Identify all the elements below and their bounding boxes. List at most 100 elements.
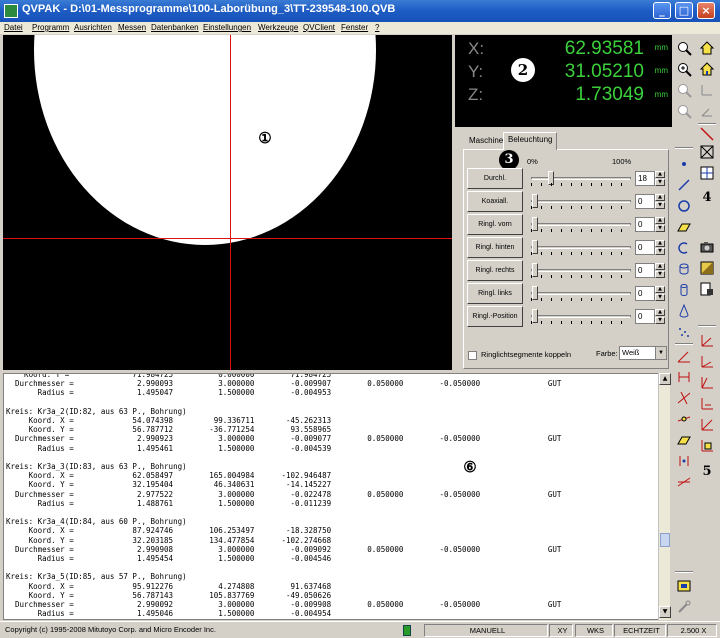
home-icon[interactable] bbox=[698, 39, 716, 57]
maximize-button[interactable]: □ bbox=[675, 2, 693, 19]
light-button-ring-hinten[interactable]: Ringl. hinten bbox=[467, 237, 523, 258]
circle-icon[interactable] bbox=[675, 197, 693, 215]
video-window[interactable]: ① bbox=[3, 35, 452, 370]
ring-segments-checkbox[interactable]: Ringlichtsegmente koppeln bbox=[468, 350, 571, 360]
zoom-plus-icon[interactable] bbox=[675, 60, 693, 78]
camera-icon[interactable] bbox=[698, 238, 716, 256]
light-slider-koaxial[interactable] bbox=[531, 194, 631, 208]
home2-icon[interactable] bbox=[698, 60, 716, 78]
zoom-reset-icon[interactable] bbox=[675, 102, 693, 120]
angle-icon[interactable] bbox=[675, 347, 693, 365]
spin-down-button[interactable]: ▼ bbox=[655, 271, 665, 278]
farbe-select[interactable]: Weiß ▼ bbox=[619, 346, 667, 360]
light-slider-durchlicht[interactable] bbox=[531, 171, 631, 185]
light-value-ring-vorn[interactable]: 0 bbox=[635, 217, 655, 232]
perpendicular-icon[interactable] bbox=[675, 473, 693, 491]
menu-messen[interactable]: Messen bbox=[118, 22, 146, 33]
arc-icon[interactable] bbox=[675, 239, 693, 257]
coord2-icon[interactable] bbox=[698, 352, 716, 370]
light-slider-ring-position[interactable] bbox=[531, 309, 631, 323]
spin-up-button[interactable]: ▲ bbox=[655, 240, 665, 247]
spin-down-button[interactable]: ▼ bbox=[655, 202, 665, 209]
menu-einstellungen[interactable]: Einstellungen bbox=[203, 22, 251, 33]
parallel-icon[interactable] bbox=[675, 452, 693, 470]
tab-maschine[interactable]: Maschine bbox=[465, 134, 507, 150]
point-cloud-icon[interactable] bbox=[675, 323, 693, 341]
menu-qvclient[interactable]: QVClient bbox=[303, 22, 335, 33]
tool-icon[interactable] bbox=[675, 598, 693, 616]
coord3-icon[interactable] bbox=[698, 373, 716, 391]
light-value-koaxial[interactable]: 0 bbox=[635, 194, 655, 209]
cylinder2-icon[interactable] bbox=[675, 281, 693, 299]
light-value-durchlicht[interactable]: 18 bbox=[635, 171, 655, 186]
light-slider-ring-hinten[interactable] bbox=[531, 240, 631, 254]
spin-down-button[interactable]: ▼ bbox=[655, 225, 665, 232]
plane-construct-icon[interactable] bbox=[675, 431, 693, 449]
light-button-koaxial[interactable]: Koaxiall. bbox=[467, 191, 523, 212]
coord4-icon[interactable] bbox=[698, 394, 716, 412]
light-value-ring-position[interactable]: 0 bbox=[635, 309, 655, 324]
results-scrollbar[interactable]: ▲ ▼ bbox=[658, 373, 671, 620]
spin-down-button[interactable]: ▼ bbox=[655, 294, 665, 301]
spin-up-button[interactable]: ▲ bbox=[655, 217, 665, 224]
minimize-button[interactable]: _ bbox=[653, 2, 671, 19]
spin-up-button[interactable]: ▲ bbox=[655, 286, 665, 293]
menu-werkzeuge[interactable]: Werkzeuge bbox=[258, 22, 298, 33]
close-button[interactable]: × bbox=[697, 2, 715, 19]
menu-ausrichten[interactable]: Ausrichten bbox=[74, 22, 112, 33]
spin-up-button[interactable]: ▲ bbox=[655, 194, 665, 201]
light-button-ring-links[interactable]: Ringl. links bbox=[467, 283, 523, 304]
intersect-icon[interactable] bbox=[675, 389, 693, 407]
light-value-ring-rechts[interactable]: 0 bbox=[635, 263, 655, 278]
light-button-ring-rechts[interactable]: Ringl. rechts bbox=[467, 260, 523, 281]
title-bar[interactable]: QVPAK - D:\01-Messprogramme\100-Laborübu… bbox=[0, 0, 720, 22]
distance-icon[interactable] bbox=[675, 368, 693, 386]
light-slider-ring-vorn[interactable] bbox=[531, 217, 631, 231]
line-construct-icon[interactable] bbox=[675, 410, 693, 428]
menu-programm[interactable]: Programm bbox=[32, 22, 69, 33]
coord6-icon[interactable] bbox=[698, 436, 716, 454]
spin-up-button[interactable]: ▲ bbox=[655, 263, 665, 270]
light-slider-ring-rechts[interactable] bbox=[531, 263, 631, 277]
align-icon[interactable] bbox=[698, 125, 716, 143]
spin-up-button[interactable]: ▲ bbox=[655, 171, 665, 178]
axis2-icon[interactable] bbox=[698, 102, 716, 120]
results-window[interactable]: Koord. Y = 71.984725 0.000000 71.984725 … bbox=[3, 373, 670, 620]
zoom-minus-icon[interactable] bbox=[675, 81, 693, 99]
light-button-ring-position[interactable]: Ringl.-Position bbox=[467, 306, 523, 327]
coord5-icon[interactable] bbox=[698, 415, 716, 433]
zoom-in-icon[interactable] bbox=[675, 39, 693, 57]
tab-beleuchtung[interactable]: Beleuchtung bbox=[503, 132, 558, 150]
cylinder-icon[interactable] bbox=[675, 260, 693, 278]
menu-datenbanken[interactable]: Datenbanken bbox=[151, 22, 199, 33]
light-row-ring-rechts: Ringl. rechts 0 ▲ ▼ bbox=[467, 260, 667, 281]
scroll-down-button[interactable]: ▼ bbox=[659, 606, 671, 618]
line-icon[interactable] bbox=[675, 176, 693, 194]
step-icon[interactable] bbox=[675, 577, 693, 595]
coord-icon[interactable] bbox=[698, 331, 716, 349]
report-icon[interactable] bbox=[698, 280, 716, 298]
light-value-ring-hinten[interactable]: 0 bbox=[635, 240, 655, 255]
checkbox-box[interactable] bbox=[468, 350, 477, 360]
spin-down-button[interactable]: ▼ bbox=[655, 248, 665, 255]
spin-up-button[interactable]: ▲ bbox=[655, 309, 665, 316]
light-button-durchlicht[interactable]: Durchl. bbox=[467, 168, 523, 189]
point-icon[interactable] bbox=[675, 155, 693, 173]
chevron-down-icon[interactable]: ▼ bbox=[655, 347, 666, 359]
menu-fenster[interactable]: Fenster bbox=[341, 22, 368, 33]
grid-icon[interactable] bbox=[698, 164, 716, 182]
image-icon[interactable] bbox=[698, 259, 716, 277]
plane-icon[interactable] bbox=[675, 218, 693, 236]
light-button-ring-vorn[interactable]: Ringl. vorn bbox=[467, 214, 523, 235]
spin-down-button[interactable]: ▼ bbox=[655, 317, 665, 324]
axis-icon[interactable] bbox=[698, 81, 716, 99]
menu-datei[interactable]: Datei bbox=[4, 22, 23, 33]
scroll-up-button[interactable]: ▲ bbox=[659, 373, 671, 385]
menu-help[interactable]: ? bbox=[375, 22, 379, 33]
light-value-ring-links[interactable]: 0 bbox=[635, 286, 655, 301]
frame-icon[interactable] bbox=[698, 143, 716, 161]
spin-down-button[interactable]: ▼ bbox=[655, 179, 665, 186]
light-slider-ring-links[interactable] bbox=[531, 286, 631, 300]
scroll-thumb[interactable] bbox=[660, 533, 670, 547]
cone-icon[interactable] bbox=[675, 302, 693, 320]
